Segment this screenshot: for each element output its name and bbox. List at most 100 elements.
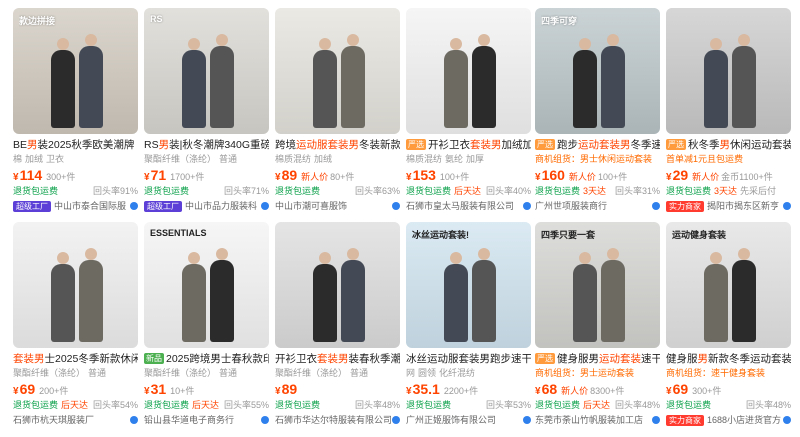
shop-row[interactable]: 广州正姬服饰有限公司 [406, 413, 531, 427]
shop-row[interactable]: 石狮市华达尔特服装有限公司 [275, 413, 400, 427]
price-row: ¥71 1700+件 [144, 166, 269, 184]
shop-name[interactable]: 揭阳市揭东区新亨 [707, 201, 779, 211]
product-card[interactable]: RS RS男装|秋冬潮牌340G重磅 聚酯纤维（涤纶） 普通 ¥71 1700+件 退货包运… [144, 8, 269, 218]
shop-name[interactable]: 广州世项服装商行 [535, 201, 607, 211]
product-card[interactable]: 严选 开衫卫衣套装男加绒加 棉质混纺 氨纶 加厚 ¥153 100+件 退货包运费 后天达 回头率… [406, 8, 531, 218]
chat-icon[interactable] [392, 416, 400, 424]
shop-row[interactable]: 东莞市荼山竹帆服装加工店 [535, 413, 660, 427]
service-tag: 后天达 [61, 400, 89, 410]
shop-name[interactable]: 中山市泰合国际服 [54, 201, 126, 211]
image-backdrop [666, 8, 791, 134]
attribute-tag: 聚酯纤维（涤纶） [144, 154, 217, 164]
product-image[interactable] [13, 222, 138, 348]
chat-icon[interactable] [261, 416, 269, 424]
product-title[interactable]: 套装男士2025冬季新款休闲 [13, 352, 138, 366]
shop-name[interactable]: 铅山县华道电子商务行 [144, 415, 234, 425]
chat-icon[interactable] [652, 202, 660, 210]
chat-icon[interactable] [523, 202, 531, 210]
model-figure [313, 252, 337, 342]
chat-icon[interactable] [783, 416, 791, 424]
shop-row[interactable]: 中山市潮可喜服饰 [275, 199, 400, 213]
chat-icon[interactable] [261, 202, 269, 210]
product-title[interactable]: 严选 开衫卫衣套装男加绒加 [406, 138, 531, 152]
product-title[interactable]: RS男装|秋冬潮牌340G重磅 [144, 138, 269, 152]
product-card[interactable]: 冰丝运动套装! 冰丝运动服套装男跑步速干网圆领 化纤混纺 ¥35.1 2200+件 退货包… [406, 222, 531, 432]
title-text: 健身服男 [557, 353, 599, 365]
product-image[interactable]: 四季可穿 [535, 8, 660, 134]
product-title[interactable]: 严选 健身服男运动套装速干 [535, 352, 660, 366]
product-title[interactable]: 新品 2025跨境男士春秋款印 [144, 352, 269, 366]
product-card[interactable]: 款边拼接 BE男装2025秋季欧美潮牌棉加绒 卫衣 ¥114 300+件 退货包运费 回头率… [13, 8, 138, 218]
service-row: 退货包运费 后天达 回头率48% [535, 398, 660, 413]
product-card[interactable]: ESSENTIALS 新品 2025跨境男士春秋款印 聚酯纤维（涤纶） 普通 ¥31 10+… [144, 222, 269, 432]
shop-name[interactable]: 1688小店进货官方 [707, 415, 781, 425]
product-card[interactable]: 四季可穿 严选 跑步运动套装男冬季速 商机组货：男士休闲运动套装 ¥160 新人价 100+… [535, 8, 660, 218]
product-card[interactable]: 套装男士2025冬季新款休闲 聚酯纤维（涤纶） 普通 ¥69 200+件 退货包运费 后天达… [13, 222, 138, 432]
chat-icon[interactable] [652, 416, 660, 424]
product-image[interactable]: ESSENTIALS [144, 222, 269, 348]
shop-row[interactable]: 实力商家 1688小店进货官方 [666, 413, 791, 427]
price-row: ¥89 新人价 80+件 [275, 166, 400, 184]
product-card[interactable]: 四季只要一套 严选 健身服男运动套装速干 商机组货：男士运动套装 ¥68 新人价 8300+… [535, 222, 660, 432]
product-image[interactable] [275, 8, 400, 134]
chat-icon[interactable] [130, 416, 138, 424]
service-tag: 退货包运费 [535, 186, 581, 196]
shop-name[interactable]: 中山市潮可喜服饰 [275, 201, 347, 211]
shop-row[interactable]: 石狮市杭天琪服装厂 [13, 413, 138, 427]
chat-icon[interactable] [130, 202, 138, 210]
product-image[interactable]: 运动健身套装 [666, 222, 791, 348]
title-tag: 新品 [144, 353, 164, 364]
shop-row[interactable]: 铅山县华道电子商务行 [144, 413, 269, 427]
title-tag: 严选 [535, 139, 555, 150]
product-title[interactable]: 开衫卫衣套装男装春秋季潮 [275, 352, 400, 366]
product-image[interactable] [275, 222, 400, 348]
shop-row[interactable]: 广州世项服装商行 [535, 199, 660, 213]
shop-row[interactable]: 超级工厂 中山市泰合国际服 [13, 199, 138, 213]
service-row: 退货包运费 后天达 回头率54% [13, 398, 138, 413]
chat-icon[interactable] [783, 202, 791, 210]
product-image[interactable]: 冰丝运动套装! [406, 222, 531, 348]
product-title[interactable]: 严选 跑步运动套装男冬季速 [535, 138, 660, 152]
service-row: 退货包运费 3天达 先采后付 [666, 184, 791, 199]
shop-name[interactable]: 东莞市荼山竹帆服装加工店 [535, 415, 643, 425]
shop-name[interactable]: 石狮市杭天琪服装厂 [13, 415, 94, 425]
product-title[interactable]: 严选秋冬季男休闲运动套装青年 [666, 138, 791, 152]
shop-name[interactable]: 中山市品力服装科 [185, 201, 257, 211]
shop-name[interactable]: 广州正姬服饰有限公司 [406, 415, 496, 425]
product-image[interactable] [666, 8, 791, 134]
title-text: 健身服 [666, 353, 698, 365]
product-card[interactable]: 跨境运动服套装男冬装新款 棉质混纺 加绒 ¥89 新人价 80+件 退货包运费 回头率63% 中… [275, 8, 400, 218]
product-card[interactable]: 运动健身套装 健身服男新款冬季运动套装 商机组货：速干健身套装 ¥69 300+件 退货包… [666, 222, 791, 432]
product-card[interactable]: 严选秋冬季男休闲运动套装青年首单减1元且包运费¥29新人价金币1100+件退货包… [666, 8, 791, 218]
title-text: 装|秋冬潮牌340G重磅 [169, 139, 269, 151]
repurchase-rate: 回头率40% [483, 184, 531, 199]
model-figure [573, 38, 597, 128]
shop-name[interactable]: 石狮市皇太马服装有限公司 [406, 201, 514, 211]
title-keyword: 运动服套装男 [296, 139, 359, 151]
product-image[interactable]: 四季只要一套 [535, 222, 660, 348]
chat-icon[interactable] [523, 416, 531, 424]
product-image[interactable] [406, 8, 531, 134]
product-title[interactable]: 跨境运动服套装男冬装新款 [275, 138, 400, 152]
shop-row[interactable]: 超级工厂 中山市品力服装科 [144, 199, 269, 213]
product-title[interactable]: BE男装2025秋季欧美潮牌 [13, 138, 138, 152]
repurchase-rate: 回头率48% [352, 398, 400, 413]
product-card[interactable]: 开衫卫衣套装男装春秋季潮 聚酯纤维（涤纶） 普通 ¥89 退货包运费 回头率48% 石狮市华… [275, 222, 400, 432]
service-tag: 退货包运费 [666, 400, 712, 410]
product-image[interactable]: 款边拼接 [13, 8, 138, 134]
price-value: 68 [541, 381, 558, 397]
attribute-tag: 聚酯纤维（涤纶） [13, 368, 86, 378]
product-title[interactable]: 冰丝运动服套装男跑步速干 [406, 352, 531, 366]
chat-icon[interactable] [392, 202, 400, 210]
attribute-tag: 棉质混纺 [275, 154, 312, 164]
sales-count: 新人价 80+件 [301, 172, 354, 182]
shop-row[interactable]: 石狮市皇太马服装有限公司 [406, 199, 531, 213]
sales-count: 300+件 [692, 386, 721, 396]
price-value: 114 [19, 167, 43, 183]
shop-row[interactable]: 实力商家 揭阳市揭东区新亨 [666, 199, 791, 213]
image-caption: 四季可穿 [541, 16, 578, 26]
product-image[interactable]: RS [144, 8, 269, 134]
currency-symbol: ¥ [406, 172, 412, 183]
shop-name[interactable]: 石狮市华达尔特服装有限公司 [275, 415, 392, 425]
product-title[interactable]: 健身服男新款冬季运动套装 [666, 352, 791, 366]
